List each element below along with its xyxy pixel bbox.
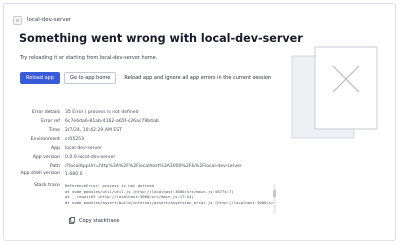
broken-window-illustration <box>291 46 378 139</box>
detail-label: App shell version <box>20 171 60 176</box>
copy-stacktrace-label: Copy stacktrace <box>79 217 120 224</box>
detail-value: 0.0.0-local-dev-server <box>65 155 116 160</box>
detail-label: Error details <box>32 110 60 115</box>
error-page: local-dev-server Something went wrong wi… <box>3 3 396 241</box>
reload-app-button[interactable]: Reload app <box>20 72 61 84</box>
error-headline: Something went wrong with local-dev-serv… <box>19 32 303 45</box>
detail-value: 1.680.0 <box>65 172 83 177</box>
detail-label: App version <box>32 155 60 160</box>
detail-label: App <box>51 146 60 151</box>
detail-label: Environment <box>30 137 60 142</box>
app-name: local-dev-server <box>27 17 72 23</box>
detail-value: 6c7e6da6-81ab-4162-a65f-c26ac79b4ab <box>65 119 159 124</box>
detail-value: /?localAppUrl=http%3A%2F%2Flocalhost%3A3… <box>65 164 242 169</box>
detail-label: Time <box>48 128 60 133</box>
detail-value: cr05253 <box>65 137 85 142</box>
detail-label: Path <box>49 164 60 169</box>
go-to-app-home-button[interactable]: Go to app home <box>64 72 117 84</box>
app-icon <box>13 15 22 25</box>
stack-trace-scrollbar[interactable] <box>273 184 276 214</box>
stack-trace-line: at node_modules/assert/build/internal/as… <box>65 199 276 205</box>
app-header: local-dev-server <box>13 15 71 25</box>
scrollbar-thumb[interactable] <box>273 190 276 197</box>
detail-value: local-dev-server <box>65 146 102 151</box>
copy-stacktrace-button[interactable]: Copy stacktrace <box>69 217 119 224</box>
detail-label: Stack trace <box>33 183 60 188</box>
error-subtitle: Try reloading it or starting from local-… <box>20 55 158 61</box>
stack-trace-box[interactable]: ReferenceError: process is not defined a… <box>65 183 276 218</box>
detail-label: Error ref <box>41 119 60 124</box>
copy-icon <box>69 217 75 224</box>
reload-ignore-errors-button[interactable]: Reload app and ignore all app errors in … <box>120 72 275 84</box>
error-actions: Reload app Go to app home Reload app and… <box>20 72 275 84</box>
detail-value: 2/7/24, 10:42:29 AM EST <box>65 128 122 133</box>
detail-value: 35 Error | process is not defined <box>65 110 139 115</box>
